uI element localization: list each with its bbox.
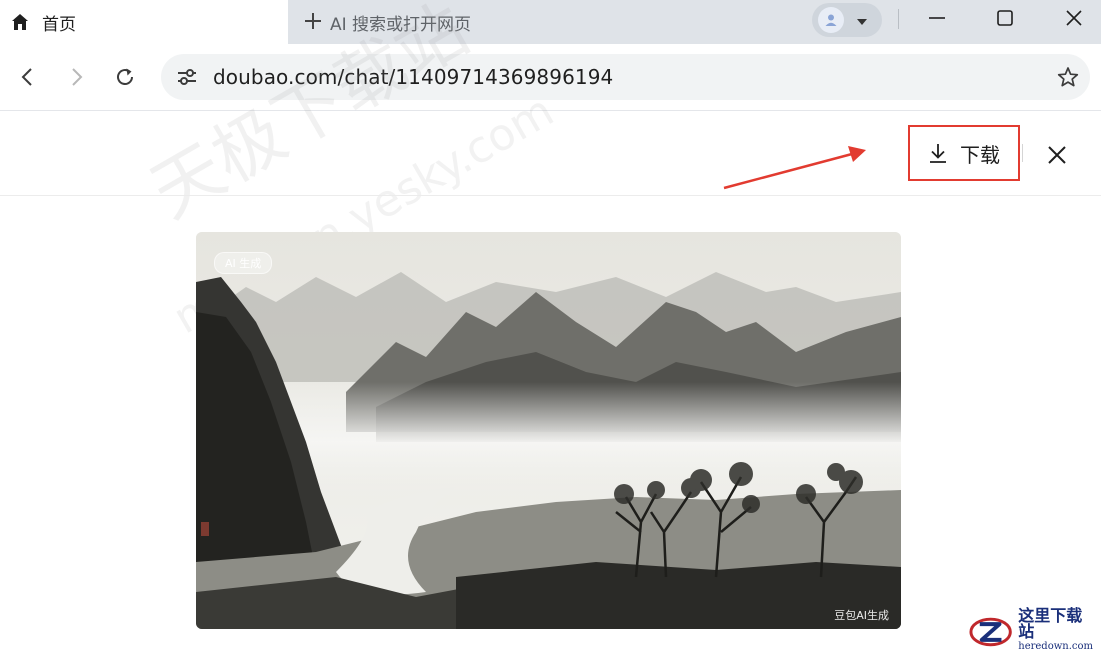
person-icon: [818, 7, 844, 33]
close-window-button[interactable]: [1040, 0, 1101, 36]
forward-button[interactable]: [60, 61, 92, 93]
profile-button[interactable]: [812, 3, 882, 37]
generated-image[interactable]: AI 生成 豆包AI生成: [196, 232, 901, 629]
minimize-icon: [929, 17, 945, 19]
divider: [898, 9, 899, 29]
ai-generated-tag: AI 生成: [214, 252, 273, 274]
reload-icon: [117, 68, 133, 85]
maximize-icon: [997, 10, 1013, 26]
minimize-button[interactable]: [903, 0, 971, 36]
site-settings-icon[interactable]: [173, 63, 201, 91]
browser-toolbar: doubao.com/chat/11409714369896194: [0, 44, 1101, 111]
landscape-painting: [196, 232, 901, 629]
download-icon: [930, 144, 946, 163]
tab-title: 首页: [42, 14, 76, 35]
ai-watermark: 豆包AI生成: [834, 609, 889, 622]
maximize-button[interactable]: [971, 0, 1039, 36]
z-logo-icon: [969, 617, 1012, 647]
close-icon: [1048, 146, 1066, 164]
tab-home[interactable]: 首页: [0, 0, 288, 44]
download-button[interactable]: 下载: [908, 125, 1020, 181]
back-icon: [21, 68, 32, 86]
tab-strip: 首页 AI 搜索或打开网页: [0, 0, 1101, 44]
star-icon[interactable]: [1056, 65, 1080, 89]
annotation-arrow: [723, 146, 866, 190]
chevron-down-icon: [856, 11, 868, 30]
download-label: 下载: [960, 142, 1000, 167]
home-icon: [8, 10, 32, 34]
back-button[interactable]: [12, 61, 44, 93]
logo-title: 这里下载站: [1018, 606, 1083, 641]
close-icon: [1066, 10, 1082, 26]
site-logo: 这里下载站 heredown.com: [967, 606, 1097, 651]
divider: [1022, 144, 1023, 162]
plus-icon: [304, 8, 322, 36]
forward-icon: [72, 68, 83, 86]
reload-button[interactable]: [109, 61, 141, 93]
logo-domain: heredown.com: [1018, 641, 1094, 651]
image-viewer-header: 下载: [0, 112, 1101, 196]
close-viewer-button[interactable]: [1043, 141, 1071, 169]
